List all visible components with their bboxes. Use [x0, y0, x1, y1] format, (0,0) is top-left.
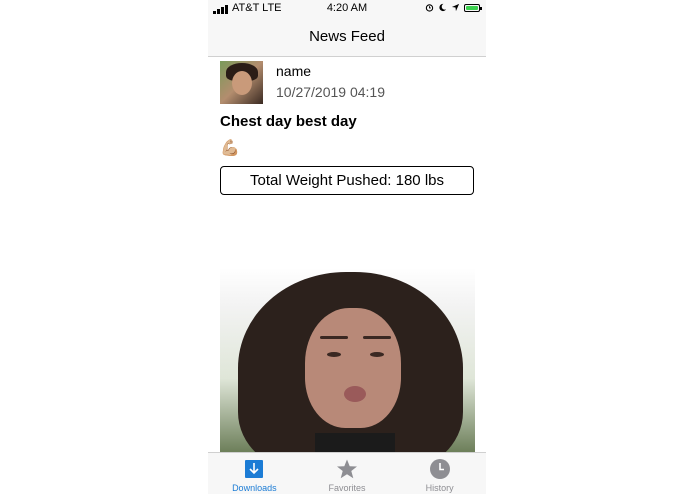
tab-history[interactable]: History [393, 453, 486, 494]
page-title: News Feed [309, 28, 385, 45]
flexed-bicep-emoji: 💪🏼 [220, 140, 240, 157]
tab-bar: Downloads Favorites History [208, 452, 486, 494]
tab-favorites-label: Favorites [328, 483, 366, 493]
clock-icon [429, 459, 450, 479]
tab-favorites[interactable]: Favorites [301, 453, 394, 494]
navigation-bar: News Feed [208, 18, 486, 57]
post-date: 10/27/2019 04:19 [276, 84, 385, 100]
star-icon [337, 459, 357, 479]
location-icon [451, 3, 460, 12]
total-weight-label: Total Weight Pushed: 180 lbs [220, 166, 474, 195]
post-user-name[interactable]: name [276, 63, 311, 79]
tab-downloads[interactable]: Downloads [208, 453, 301, 494]
post-photo[interactable] [220, 268, 475, 452]
status-icons [425, 3, 482, 12]
downloads-icon [245, 460, 264, 478]
battery-icon [464, 3, 482, 12]
post-title: Chest day best day [220, 113, 357, 130]
tab-downloads-label: Downloads [232, 483, 277, 493]
moon-icon [439, 3, 447, 12]
tab-history-label: History [425, 483, 454, 493]
phone-screen: AT&T LTE 4:20 AM News Feed name 10/27/20… [208, 0, 486, 494]
avatar[interactable] [220, 61, 263, 104]
alarm-icon [425, 4, 434, 12]
status-bar: AT&T LTE 4:20 AM [208, 0, 486, 18]
